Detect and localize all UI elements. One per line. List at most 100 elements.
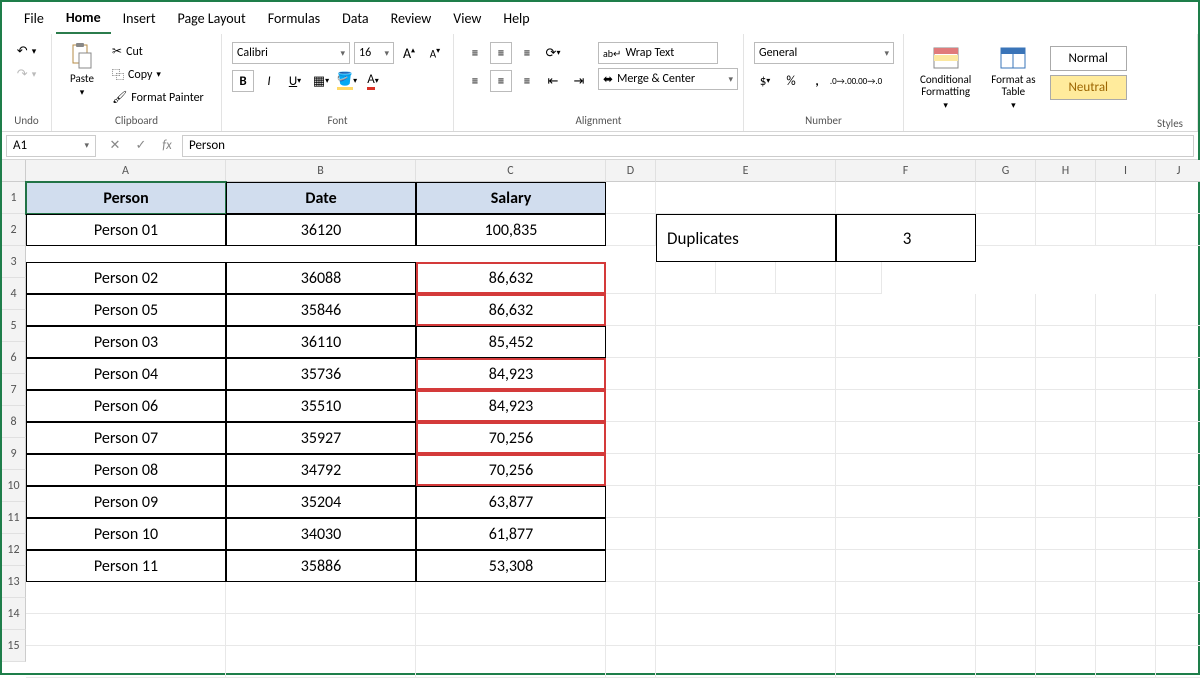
orientation-button[interactable]: ⟳▾ <box>542 42 564 64</box>
cell-C15[interactable] <box>416 646 606 678</box>
decrease-indent-button[interactable]: ⇤ <box>542 70 564 92</box>
menu-item-home[interactable]: Home <box>56 3 111 34</box>
conditional-formatting-button[interactable]: Conditional Formatting▾ <box>914 40 977 115</box>
cell-G11[interactable] <box>976 518 1036 550</box>
cell-F8[interactable] <box>836 422 976 454</box>
cell-A2[interactable]: Person 01 <box>26 214 226 246</box>
cell-D2[interactable] <box>606 214 656 246</box>
cell-C8[interactable]: 70,256 <box>416 422 606 454</box>
menu-item-view[interactable]: View <box>443 4 491 33</box>
align-bottom-button[interactable]: ≡ <box>516 42 538 64</box>
cell-H1[interactable] <box>1036 182 1096 214</box>
cell-C13[interactable] <box>416 582 606 614</box>
column-header-E[interactable]: E <box>656 160 836 182</box>
cell-H8[interactable] <box>1036 422 1096 454</box>
cell-H10[interactable] <box>1036 486 1096 518</box>
cell-A14[interactable] <box>26 614 226 646</box>
cell-C11[interactable]: 61,877 <box>416 518 606 550</box>
cell-G6[interactable] <box>976 358 1036 390</box>
cell-B15[interactable] <box>226 646 416 678</box>
cell-F5[interactable] <box>836 326 976 358</box>
cell-B14[interactable] <box>226 614 416 646</box>
row-header-14[interactable]: 14 <box>2 598 26 630</box>
cell-I11[interactable] <box>1096 518 1156 550</box>
cell-J6[interactable] <box>1156 358 1200 390</box>
cell-I1[interactable] <box>1096 182 1156 214</box>
style-normal[interactable]: Normal <box>1050 46 1128 71</box>
menu-item-file[interactable]: File <box>14 4 54 33</box>
grow-font-button[interactable]: A▴ <box>398 42 420 64</box>
row-header-2[interactable]: 2 <box>2 214 26 246</box>
format-as-table-button[interactable]: Format as Table▾ <box>985 40 1041 115</box>
cell-C6[interactable]: 84,923 <box>416 358 606 390</box>
cell-D1[interactable] <box>606 182 656 214</box>
cell-D10[interactable] <box>606 486 656 518</box>
cell-J15[interactable] <box>1156 646 1200 678</box>
cell-B5[interactable]: 36110 <box>226 326 416 358</box>
cell-J9[interactable] <box>1156 454 1200 486</box>
formula-input[interactable]: Person <box>182 135 1194 157</box>
row-header-3[interactable]: 3 <box>2 246 26 278</box>
cell-H9[interactable] <box>1036 454 1096 486</box>
cell-F15[interactable] <box>836 646 976 678</box>
row-header-7[interactable]: 7 <box>2 374 26 406</box>
cell-F13[interactable] <box>836 582 976 614</box>
cell-J10[interactable] <box>1156 486 1200 518</box>
cell-H14[interactable] <box>1036 614 1096 646</box>
cell-A13[interactable] <box>26 582 226 614</box>
cell-I4[interactable] <box>1096 294 1156 326</box>
underline-button[interactable]: U▾ <box>284 70 306 92</box>
bold-button[interactable]: B <box>232 70 254 92</box>
cut-button[interactable]: ✂Cut <box>108 42 208 61</box>
cell-G9[interactable] <box>976 454 1036 486</box>
cell-E4[interactable] <box>656 294 836 326</box>
font-color-button[interactable]: A▾ <box>362 70 384 92</box>
font-size-combo[interactable]: 16▾ <box>354 42 394 64</box>
cell-G12[interactable] <box>976 550 1036 582</box>
accounting-button[interactable]: $▾ <box>754 70 776 92</box>
cell-I9[interactable] <box>1096 454 1156 486</box>
cell-E7[interactable] <box>656 390 836 422</box>
cell-B7[interactable]: 35510 <box>226 390 416 422</box>
menu-item-formulas[interactable]: Formulas <box>258 4 330 33</box>
cell-J1[interactable] <box>1156 182 1200 214</box>
cell-D14[interactable] <box>606 614 656 646</box>
align-left-button[interactable]: ≡ <box>464 70 486 92</box>
cell-J8[interactable] <box>1156 422 1200 454</box>
cell-J4[interactable] <box>1156 294 1200 326</box>
cell-B9[interactable]: 34792 <box>226 454 416 486</box>
column-header-G[interactable]: G <box>976 160 1036 182</box>
cell-E14[interactable] <box>656 614 836 646</box>
cell-C5[interactable]: 85,452 <box>416 326 606 358</box>
cell-D13[interactable] <box>606 582 656 614</box>
cell-A9[interactable]: Person 08 <box>26 454 226 486</box>
cell-D4[interactable] <box>606 294 656 326</box>
column-header-J[interactable]: J <box>1156 160 1200 182</box>
wrap-text-button[interactable]: ab↵Wrap Text <box>598 42 718 64</box>
cell-H4[interactable] <box>1036 294 1096 326</box>
cell-A11[interactable]: Person 10 <box>26 518 226 550</box>
percent-button[interactable]: % <box>780 70 802 92</box>
cell-A6[interactable]: Person 04 <box>26 358 226 390</box>
cell-G10[interactable] <box>976 486 1036 518</box>
cell-E10[interactable] <box>656 486 836 518</box>
increase-decimal-button[interactable]: .0→.00 <box>832 70 854 92</box>
cell-A10[interactable]: Person 09 <box>26 486 226 518</box>
cell-F9[interactable] <box>836 454 976 486</box>
borders-button[interactable]: ▦▾ <box>310 70 332 92</box>
cell-F1[interactable] <box>836 182 976 214</box>
paste-button[interactable]: Paste▾ <box>62 38 102 102</box>
row-header-12[interactable]: 12 <box>2 534 26 566</box>
cell-H3[interactable] <box>716 262 776 294</box>
cell-D12[interactable] <box>606 550 656 582</box>
cell-B6[interactable]: 35736 <box>226 358 416 390</box>
cell-G13[interactable] <box>976 582 1036 614</box>
menu-item-insert[interactable]: Insert <box>113 4 166 33</box>
cell-E1[interactable] <box>656 182 836 214</box>
fill-color-button[interactable]: 🪣▾ <box>336 70 358 92</box>
cell-G3[interactable] <box>656 262 716 294</box>
cell-E8[interactable] <box>656 422 836 454</box>
font-name-combo[interactable]: Calibri▾ <box>232 42 350 64</box>
menu-item-review[interactable]: Review <box>381 4 442 33</box>
cell-J7[interactable] <box>1156 390 1200 422</box>
